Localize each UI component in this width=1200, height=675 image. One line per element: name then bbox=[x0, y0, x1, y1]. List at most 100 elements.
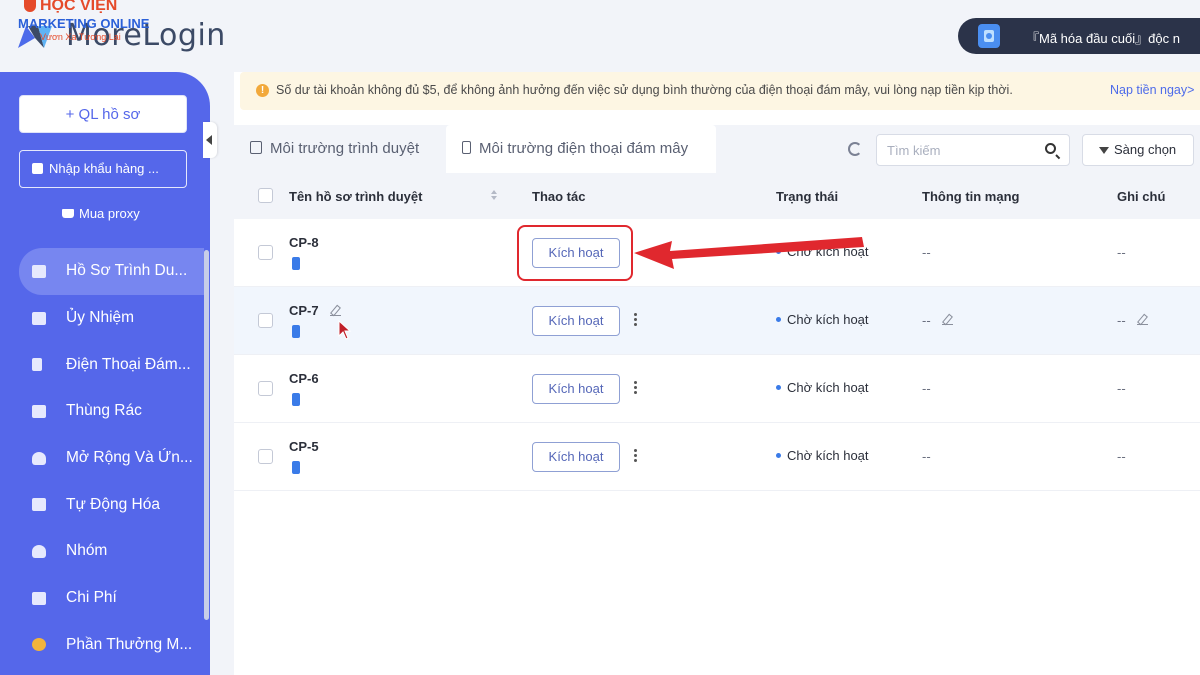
profiles-table: Tên hồ sơ trình duyệt Thao tác Trạng thá… bbox=[234, 173, 1200, 491]
row-checkbox[interactable] bbox=[258, 245, 273, 260]
banner-text: Số dư tài khoản không đủ $5, để không ản… bbox=[276, 83, 1013, 97]
sidebar-item-rewards[interactable]: Phần Thưởng M... bbox=[0, 622, 210, 669]
watermark-subtitle: MARKETING ONLINE bbox=[18, 16, 150, 31]
sidebar-item-group[interactable]: Nhóm bbox=[0, 528, 210, 575]
status-badge: Chờ kích hoạt bbox=[776, 312, 869, 327]
sidebar-item-automation[interactable]: Tự Động Hóa bbox=[0, 481, 210, 528]
sidebar-item-label: Hồ Sơ Trình Du... bbox=[66, 262, 188, 280]
sidebar-item-billing[interactable]: Chi Phí bbox=[0, 575, 210, 622]
tab-label: Môi trường trình duyệt bbox=[270, 140, 420, 157]
cloud-phone-icon bbox=[292, 461, 300, 474]
network-info: -- bbox=[922, 449, 931, 464]
warning-icon: ! bbox=[256, 84, 269, 97]
group-icon bbox=[32, 544, 46, 558]
low-balance-banner: ! Số dư tài khoản không đủ $5, để không … bbox=[240, 72, 1200, 110]
wallet-icon bbox=[32, 591, 46, 605]
sidebar-item-trash[interactable]: Thùng Rác bbox=[0, 388, 210, 435]
tab-cloud-phone-environment[interactable]: Môi trường điện thoại đám mây bbox=[446, 125, 716, 173]
environment-tabs: Môi trường trình duyệt Môi trường điện t… bbox=[234, 125, 834, 173]
edit-network-icon[interactable] bbox=[942, 314, 953, 325]
tab-browser-environment[interactable]: Môi trường trình duyệt bbox=[234, 125, 444, 173]
import-label: Nhập khẩu hàng ... bbox=[49, 161, 159, 176]
sidebar-item-extensions[interactable]: Mở Rộng Và Ứn... bbox=[0, 435, 210, 482]
filter-icon bbox=[1099, 147, 1109, 154]
sidebar-item-label: Chi Phí bbox=[66, 589, 117, 607]
sidebar-collapse-button[interactable] bbox=[203, 122, 217, 158]
buy-proxy-link[interactable]: Mua proxy bbox=[62, 206, 140, 221]
row-checkbox[interactable] bbox=[258, 449, 273, 464]
status-text: Chờ kích hoạt bbox=[787, 380, 869, 395]
sidebar-scrollbar[interactable] bbox=[204, 250, 209, 620]
table-row[interactable]: CP-7 Kích hoạt Chờ kích hoạt -- -- bbox=[234, 287, 1200, 355]
promo-text: 『Mã hóa đầu cuối』độc n bbox=[1026, 31, 1180, 46]
import-icon bbox=[32, 163, 43, 174]
sidebar-item-label: Điện Thoại Đám... bbox=[66, 355, 191, 373]
top-up-link[interactable]: Nạp tiền ngay> bbox=[1110, 83, 1194, 97]
more-options-icon[interactable] bbox=[634, 449, 637, 463]
puzzle-icon bbox=[32, 451, 46, 465]
watermark-title: HỌC VIỆN bbox=[40, 0, 118, 14]
robot-icon bbox=[32, 498, 46, 512]
search-box bbox=[876, 134, 1070, 166]
status-dot-icon bbox=[776, 385, 781, 390]
promo-banner[interactable]: 『Mã hóa đầu cuối』độc n bbox=[958, 18, 1200, 54]
more-options-icon[interactable] bbox=[634, 381, 637, 395]
annotation-arrow-shape bbox=[634, 237, 864, 269]
sort-icon[interactable] bbox=[491, 190, 497, 200]
header-note: Ghi chú bbox=[1117, 189, 1166, 204]
activate-button[interactable]: Kích hoạt bbox=[532, 442, 620, 472]
note-value: -- bbox=[1117, 381, 1126, 396]
security-shield-icon bbox=[978, 24, 1000, 48]
sidebar-item-label: Ủy Nhiệm bbox=[66, 309, 135, 327]
more-options-icon[interactable] bbox=[634, 313, 637, 327]
profile-name: CP-6 bbox=[289, 371, 319, 386]
header-name: Tên hồ sơ trình duyệt bbox=[289, 189, 423, 204]
sidebar-item-cloud-phone[interactable]: Điện Thoại Đám... bbox=[0, 341, 210, 388]
row-checkbox[interactable] bbox=[258, 313, 273, 328]
refresh-icon[interactable] bbox=[848, 142, 862, 156]
header-action: Thao tác bbox=[532, 189, 586, 204]
select-all-checkbox[interactable] bbox=[258, 188, 273, 203]
sidebar-item-label: Mở Rộng Và Ứn... bbox=[66, 449, 193, 467]
status-badge: Chờ kích hoạt bbox=[776, 380, 869, 395]
edit-note-icon[interactable] bbox=[1137, 314, 1148, 325]
search-input[interactable] bbox=[887, 141, 1037, 159]
table-header: Tên hồ sơ trình duyệt Thao tác Trạng thá… bbox=[234, 173, 1200, 219]
import-button[interactable]: Nhập khẩu hàng ... bbox=[19, 150, 187, 188]
sidebar-item-proxy[interactable]: Ủy Nhiệm bbox=[0, 295, 210, 342]
network-info: -- bbox=[922, 381, 931, 396]
sidebar-item-browser-profiles[interactable]: Hồ Sơ Trình Du... bbox=[19, 248, 204, 295]
header-status: Trạng thái bbox=[776, 189, 839, 204]
activate-button[interactable]: Kích hoạt bbox=[532, 306, 620, 336]
table-row[interactable]: CP-5 Kích hoạt Chờ kích hoạt -- -- bbox=[234, 423, 1200, 491]
annotation-arrow-icon bbox=[634, 237, 864, 269]
note-value: -- bbox=[1117, 449, 1126, 464]
coin-icon bbox=[32, 638, 46, 652]
note-value: -- bbox=[1117, 245, 1126, 260]
phone-icon bbox=[462, 141, 471, 154]
profile-name: CP-5 bbox=[289, 439, 319, 454]
status-badge: Chờ kích hoạt bbox=[776, 448, 869, 463]
sidebar-item-label: Phần Thưởng M... bbox=[66, 635, 193, 653]
note-value: -- bbox=[1117, 313, 1126, 328]
activate-button[interactable]: Kích hoạt bbox=[532, 374, 620, 404]
trash-icon bbox=[32, 404, 46, 418]
network-info: -- bbox=[922, 313, 931, 328]
status-text: Chờ kích hoạt bbox=[787, 312, 869, 327]
watermark-tagline: Vươn Xa Tương Lai bbox=[40, 32, 121, 42]
row-checkbox[interactable] bbox=[258, 381, 273, 396]
edit-name-icon[interactable] bbox=[330, 305, 341, 316]
mouse-cursor-icon bbox=[338, 320, 352, 340]
tab-label: Môi trường điện thoại đám mây bbox=[479, 140, 689, 157]
new-profile-button[interactable]: + QL hồ sơ bbox=[19, 95, 187, 133]
table-row[interactable]: CP-6 Kích hoạt Chờ kích hoạt -- -- bbox=[234, 355, 1200, 423]
sidebar-nav: Hồ Sơ Trình Du... Ủy Nhiệm Điện Thoại Đá… bbox=[0, 248, 210, 668]
search-icon[interactable] bbox=[1045, 143, 1056, 154]
status-dot-icon bbox=[776, 453, 781, 458]
watermark-logo-icon bbox=[24, 0, 36, 12]
status-dot-icon bbox=[776, 317, 781, 322]
profile-name: CP-8 bbox=[289, 235, 319, 250]
filter-button[interactable]: Sàng chọn bbox=[1082, 134, 1194, 166]
sidebar-item-label: Nhóm bbox=[66, 542, 108, 560]
header-network: Thông tin mạng bbox=[922, 189, 1020, 204]
